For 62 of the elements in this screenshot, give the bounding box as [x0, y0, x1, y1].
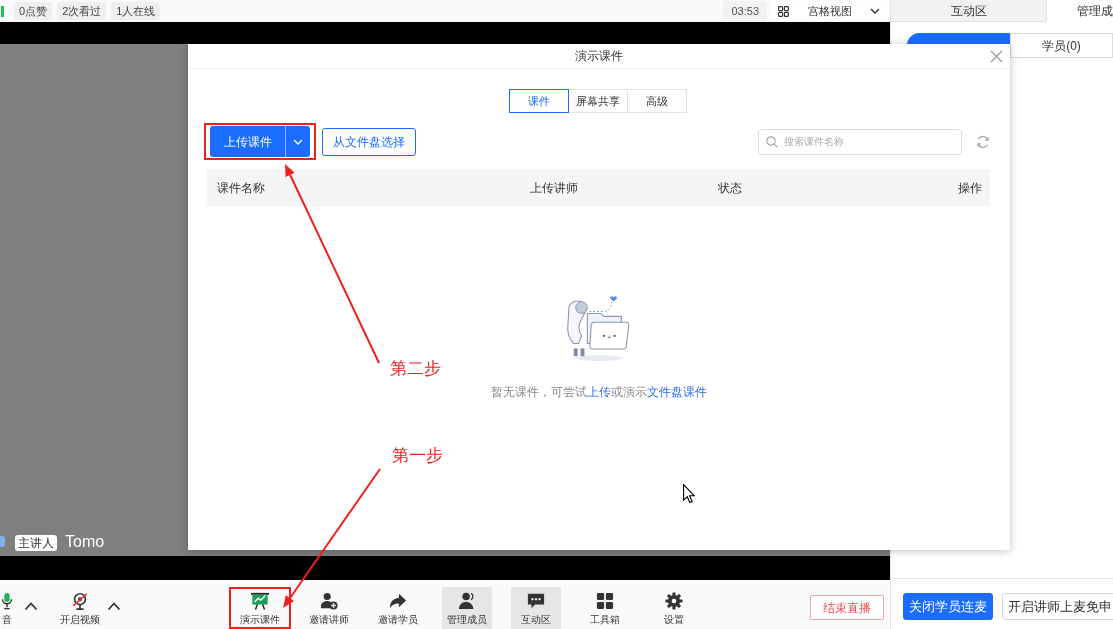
toolbox-button[interactable]: 工具箱 [580, 587, 630, 629]
action-button[interactable]: 关闭学员连麦 [903, 593, 993, 620]
stat-tag: 0点赞 [14, 2, 53, 20]
camera-slash-icon [70, 592, 90, 610]
refresh-icon[interactable] [976, 134, 990, 149]
role-badge: 主讲人 [15, 535, 57, 551]
action-button[interactable]: 开启讲师上麦免申 [1002, 593, 1113, 620]
presentation-board-icon [250, 592, 270, 610]
tab[interactable]: 学员(0) [1010, 33, 1113, 58]
column-header: 上传讲师 [530, 179, 578, 197]
caret-up-icon [107, 601, 121, 611]
column-header: 状态 [718, 179, 742, 197]
end-live-button[interactable]: 结束直播 [810, 595, 884, 620]
menu-caret-button[interactable] [107, 601, 121, 611]
user-plus-icon [319, 592, 339, 610]
members-button[interactable]: 管理成员 [442, 587, 492, 629]
cursor-icon [683, 484, 695, 503]
mic-button[interactable]: 音 [0, 587, 14, 629]
tab[interactable]: 屏幕共享 [568, 89, 628, 113]
tab[interactable]: 管理成 [1046, 0, 1113, 22]
close-button[interactable] [990, 49, 1003, 63]
presentation-button[interactable]: 演示课件 [229, 587, 291, 629]
camera-button[interactable]: 开启视频 [55, 587, 105, 629]
inline-link[interactable]: 文件盘课件 [646, 385, 707, 399]
caret-up-icon [24, 601, 38, 611]
settings-button[interactable]: 设置 [649, 587, 699, 629]
stat-tag: 2次看过 [57, 2, 107, 20]
view-selector[interactable]: 宫格视图 [770, 1, 888, 21]
column-header: 操作 [958, 179, 982, 197]
share-arrow-icon [388, 592, 408, 610]
grid-icon [595, 592, 615, 610]
tab[interactable]: 互动区 [891, 0, 1046, 22]
mic-icon [0, 592, 14, 610]
search-field[interactable]: 搜索课件名称 [758, 128, 962, 155]
column-header: 课件名称 [217, 179, 265, 197]
tab[interactable]: 高级 [627, 89, 687, 113]
live-indicator-icon [1, 5, 4, 17]
settings-icon [664, 592, 684, 610]
close-icon [990, 49, 1003, 63]
user-icon [457, 592, 477, 610]
stat-tag: 1人在线 [111, 2, 161, 20]
search-icon [766, 135, 778, 148]
chat-button[interactable]: 互动区 [511, 587, 561, 629]
inline-link[interactable]: 上传 [586, 385, 611, 399]
tab[interactable]: 课件 [509, 89, 569, 113]
menu-caret-button[interactable] [24, 601, 38, 611]
speaker-name: Tomo [65, 533, 105, 551]
grid-view-icon [778, 5, 789, 17]
chat-bubble-icon [526, 592, 546, 610]
file-picker-button[interactable]: 从文件盘选择 [322, 127, 416, 156]
dropdown-toggle-button[interactable] [285, 126, 310, 157]
chevron-down-icon [870, 8, 880, 14]
empty-message: 暂无课件，可尝试上传或演示文件盘课件 [490, 384, 707, 401]
timer: 03:53 [723, 1, 767, 21]
chevron-down-icon [293, 138, 303, 145]
upload-button[interactable]: 上传课件 [210, 126, 285, 157]
dialog-title: 演示课件 [574, 48, 624, 65]
step-label: 第二步 [390, 359, 441, 379]
indicator-icon [0, 536, 5, 547]
add-user-button[interactable]: 邀请讲师 [304, 587, 354, 629]
share-button[interactable]: 邀请学员 [373, 587, 423, 629]
step-label: 第一步 [392, 446, 443, 466]
